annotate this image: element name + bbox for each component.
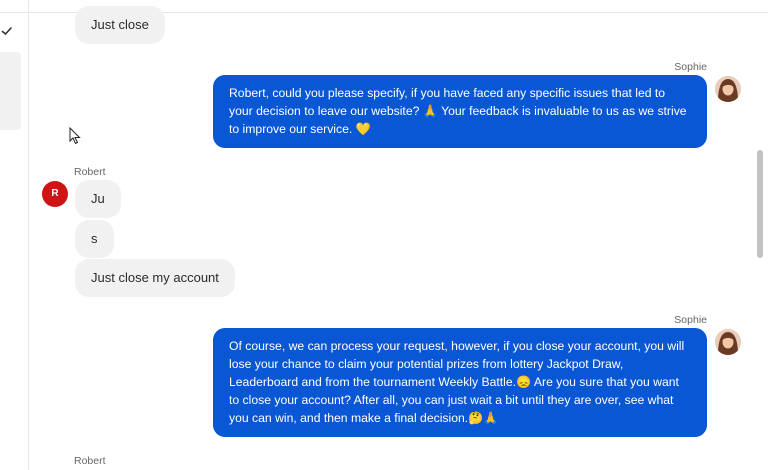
message-bubble-sophie: Robert, could you please specify, if you… (213, 75, 707, 148)
sender-name-robert: Robert (74, 166, 106, 178)
message-bubble-robert: Ju (75, 180, 121, 218)
checkmark-icon[interactable] (1, 25, 13, 37)
avatar-sophie (715, 76, 741, 102)
message-bubble-robert: s (75, 220, 114, 258)
sender-name-sophie: Sophie (674, 61, 707, 73)
message-bubble-robert: Just close my account (75, 259, 235, 297)
message-bubble-robert: Just close (75, 6, 165, 44)
sender-name-robert: Robert (74, 455, 106, 467)
sidebar-selected-item[interactable] (0, 52, 21, 130)
sidebar-divider (28, 0, 29, 470)
message-bubble-sophie: Of course, we can process your request, … (213, 328, 707, 437)
chat-scrollbar-thumb[interactable] (757, 150, 763, 258)
avatar-sophie (715, 329, 741, 355)
mouse-cursor-icon (69, 127, 81, 145)
avatar-robert: R (42, 181, 68, 207)
sender-name-sophie: Sophie (674, 314, 707, 326)
